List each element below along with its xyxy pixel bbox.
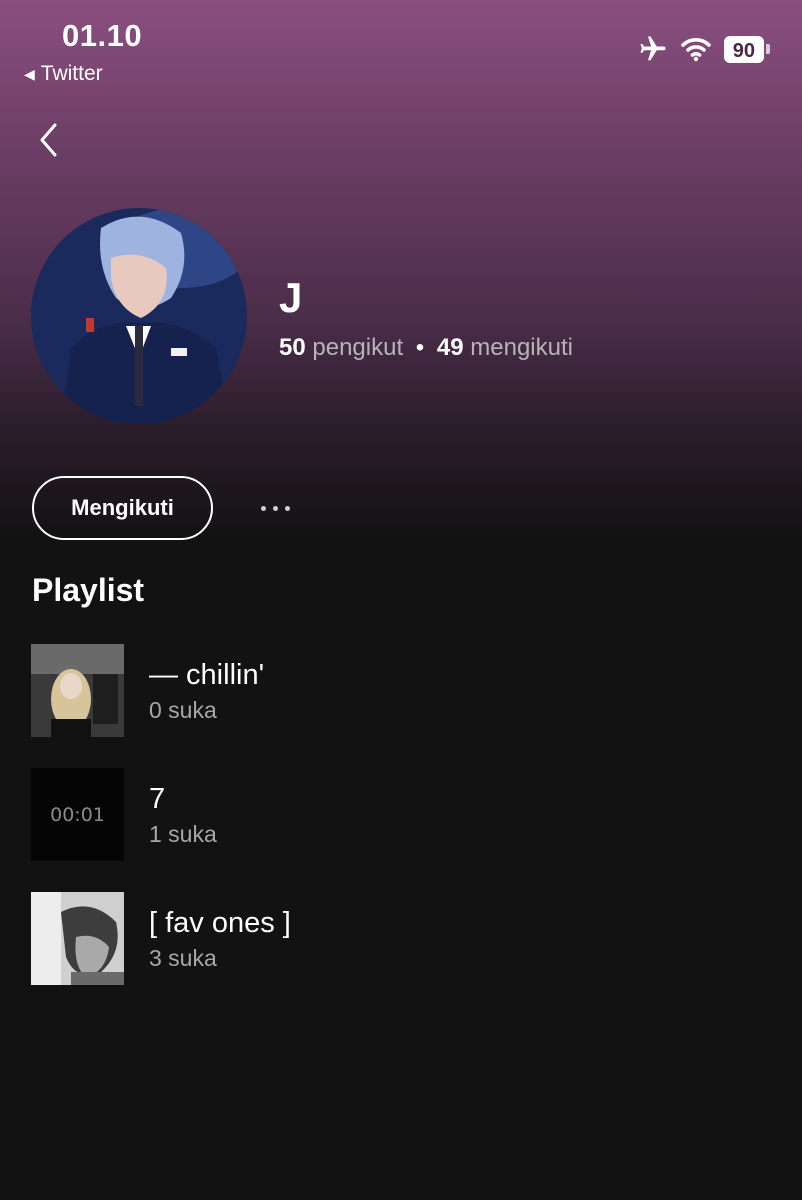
playlist-likes: 1 suka <box>149 821 217 847</box>
more-options-button[interactable] <box>250 486 300 530</box>
following-button[interactable]: Mengikuti <box>32 476 213 540</box>
following-label[interactable]: mengikuti <box>470 334 573 361</box>
followers-label[interactable]: pengikut <box>312 334 403 361</box>
playlist-likes: 0 suka <box>149 697 217 723</box>
playlist-likes: 3 suka <box>149 945 217 971</box>
playlist-item[interactable]: — chillin' 0 suka <box>31 644 771 737</box>
playlist-title: — chillin' <box>149 659 265 691</box>
back-button[interactable] <box>28 118 68 162</box>
playlist-text: [ fav ones ] 3 suka <box>149 905 291 972</box>
followers-count[interactable]: 50 <box>279 334 306 361</box>
chevron-left-icon <box>40 123 57 157</box>
profile-avatar <box>31 208 247 424</box>
following-count[interactable]: 49 <box>437 334 464 361</box>
thumbnail-clock-text: 00:01 <box>50 803 105 826</box>
playlist-list: — chillin' 0 suka 00:01 7 1 suka [fav o… <box>31 644 771 1016</box>
playlist-cover-image <box>31 892 124 985</box>
wifi-icon <box>680 38 711 62</box>
stats-separator: • <box>415 334 425 361</box>
playlist-section-title: Playlist <box>32 572 145 608</box>
avatar-image <box>31 208 247 424</box>
playlist-text: — chillin' 0 suka <box>149 657 264 724</box>
playlist-thumbnail <box>31 892 124 985</box>
more-horizontal-icon <box>272 505 278 511</box>
playlist-item[interactable]: [ fav ones ] 3 suka <box>31 892 771 985</box>
playlist-title: [ fav ones ] <box>149 907 291 939</box>
battery-level: 90 <box>723 35 764 63</box>
status-icons: 90 <box>638 34 770 64</box>
playlist-thumbnail: 00:01 <box>31 768 124 861</box>
airplane-icon <box>640 36 666 61</box>
playlist-title: 7 <box>149 783 166 815</box>
profile-screen: 01.10 ◀ Twitter 90 J 50 pengikut • 49 me… <box>0 0 802 1200</box>
status-time: 01.10 <box>62 18 143 53</box>
back-triangle-icon: ◀ <box>24 65 35 82</box>
back-app-label: Twitter <box>40 62 103 85</box>
battery-tip <box>766 44 770 54</box>
profile-name: J <box>279 274 303 321</box>
profile-stats: 50 pengikut • 49 mengikuti <box>279 334 573 362</box>
playlist-thumbnail <box>31 644 124 737</box>
battery-indicator: 90 <box>723 35 770 63</box>
playlist-item[interactable]: 00:01 7 1 suka <box>31 768 771 861</box>
more-horizontal-icon <box>284 505 290 511</box>
more-horizontal-icon <box>260 505 266 511</box>
back-to-app-link[interactable]: ◀ Twitter <box>24 62 103 86</box>
playlist-cover-image <box>31 644 124 737</box>
playlist-text: 7 1 suka <box>149 781 217 848</box>
